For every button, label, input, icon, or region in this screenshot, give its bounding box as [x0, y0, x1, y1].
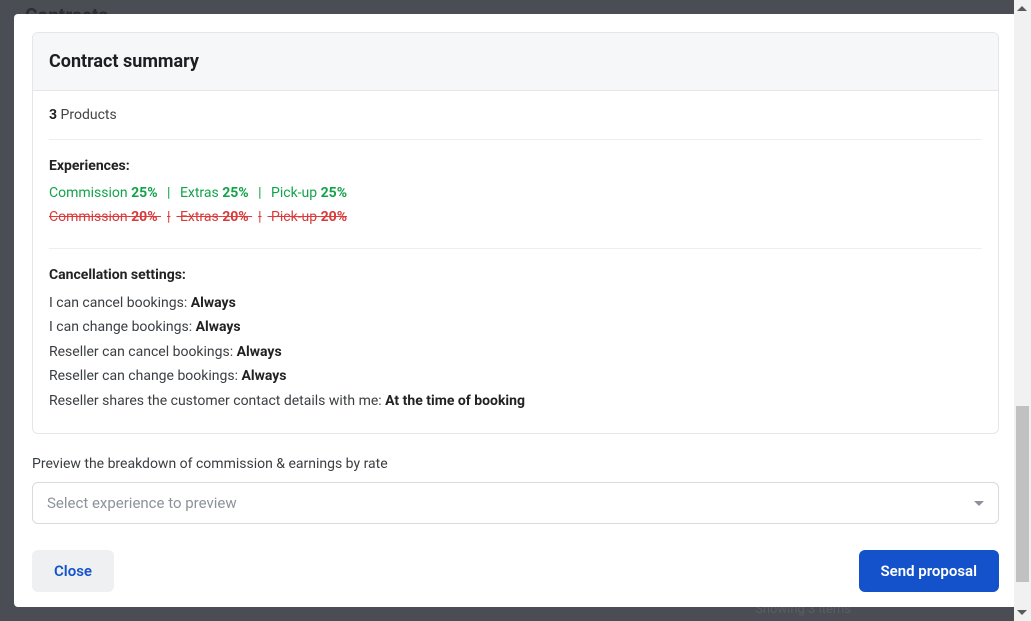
summary-title: Contract summary: [49, 51, 982, 72]
rate-separator: |: [167, 185, 170, 201]
modal-footer: Close Send proposal: [32, 550, 999, 592]
scroll-down-icon: [1017, 610, 1027, 615]
cancel-label: Reseller can cancel bookings:: [49, 344, 237, 360]
experiences-section: Experiences: Commission 25% | Extras 25%…: [49, 140, 982, 249]
new-commission-label: Commission: [49, 185, 128, 201]
new-extras-value: 25%: [222, 185, 248, 201]
old-commission-label: Commission: [49, 209, 128, 225]
preview-label: Preview the breakdown of commission & ea…: [32, 456, 999, 472]
cancellation-line: Reseller can change bookings: Always: [49, 364, 982, 389]
close-button[interactable]: Close: [32, 550, 114, 592]
new-pickup-value: 25%: [321, 185, 347, 201]
cancellation-line: I can cancel bookings: Always: [49, 291, 982, 316]
cancel-label: Reseller shares the customer contact det…: [49, 393, 385, 409]
old-extras-label: Extras: [180, 209, 219, 225]
cancellation-line: I can change bookings: Always: [49, 315, 982, 340]
old-extras-value: 20%: [222, 209, 248, 225]
rate-separator: |: [258, 209, 261, 225]
cancel-value: Always: [191, 295, 236, 311]
chevron-down-icon: [974, 501, 984, 506]
experiences-new-rates: Commission 25% | Extras 25% | Pick-up 25…: [49, 182, 982, 206]
cancel-label: Reseller can change bookings:: [49, 368, 241, 384]
experience-preview-select[interactable]: Select experience to preview: [32, 482, 999, 524]
cancel-label: I can change bookings:: [49, 319, 196, 335]
old-pickup-label: Pick-up: [271, 209, 317, 225]
scrollbar-thumb[interactable]: [1016, 406, 1029, 582]
send-proposal-button[interactable]: Send proposal: [859, 550, 1000, 592]
cancellation-section: Cancellation settings: I can cancel book…: [49, 249, 982, 414]
rate-separator: |: [167, 209, 170, 225]
new-extras-label: Extras: [180, 185, 219, 201]
cancel-value: Always: [237, 344, 282, 360]
old-pickup-value: 20%: [321, 209, 347, 225]
summary-card: Contract summary 3 Products Experiences:…: [32, 32, 999, 434]
products-count: 3: [49, 107, 57, 123]
cancellation-title: Cancellation settings:: [49, 267, 982, 283]
contract-summary-modal: Contract summary 3 Products Experiences:…: [14, 14, 1017, 607]
scroll-up-icon: [1017, 6, 1027, 11]
summary-body: 3 Products Experiences: Commission 25% |…: [33, 91, 998, 433]
new-commission-value: 25%: [131, 185, 157, 201]
experiences-title: Experiences:: [49, 158, 982, 174]
new-pickup-label: Pick-up: [271, 185, 317, 201]
rate-separator: |: [258, 185, 261, 201]
old-commission-value: 20%: [131, 209, 157, 225]
cancellation-line: Reseller can cancel bookings: Always: [49, 340, 982, 365]
cancel-value: Always: [241, 368, 286, 384]
cancel-value: Always: [196, 319, 241, 335]
cancel-value: At the time of booking: [385, 393, 525, 409]
cancellation-line: Reseller shares the customer contact det…: [49, 389, 982, 414]
experiences-old-rates: Commission 20% | Extras 20% | Pick-up 20…: [49, 206, 982, 230]
cancel-label: I can cancel bookings:: [49, 295, 191, 311]
summary-header: Contract summary: [33, 33, 998, 91]
vertical-scrollbar[interactable]: [1014, 0, 1031, 621]
products-label: Products: [61, 107, 117, 123]
products-count-line: 3 Products: [49, 107, 982, 140]
select-placeholder: Select experience to preview: [47, 494, 237, 512]
